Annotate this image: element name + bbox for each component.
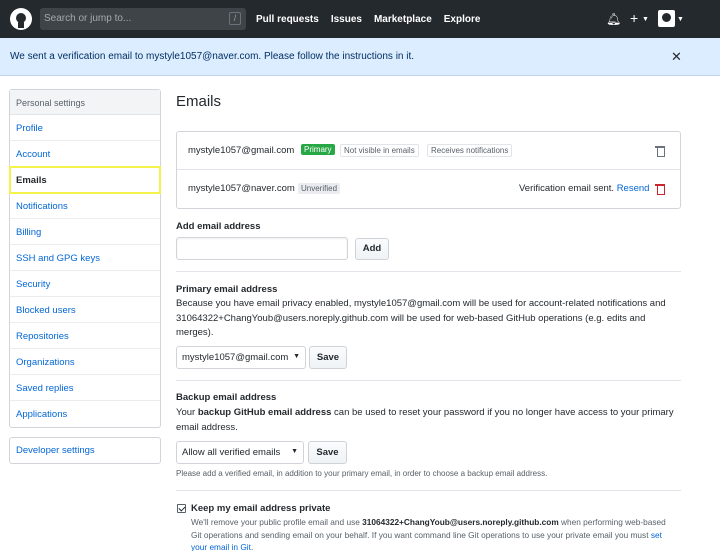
backup-text-strong: backup GitHub email address [197, 407, 332, 418]
sidebar-item-account[interactable]: Account [10, 141, 160, 167]
chevron-down-icon: ▼ [677, 16, 684, 23]
primary-email-label: Primary email address [176, 284, 278, 295]
nav-marketplace[interactable]: Marketplace [374, 14, 432, 25]
email-row: mystyle1057@naver.com Unverified Verific… [177, 170, 680, 208]
close-icon[interactable]: ✕ [671, 49, 682, 65]
unverified-badge: Unverified [298, 183, 341, 194]
primary-badge: Primary [301, 144, 335, 155]
divider [176, 380, 681, 381]
backup-note: Please add a verified email, in addition… [176, 469, 548, 478]
settings-menu: Personal settings Profile Account Emails… [9, 89, 161, 428]
divider [176, 271, 681, 272]
add-email-input[interactable] [176, 237, 348, 260]
backup-text-prefix: Your [176, 407, 198, 418]
sidebar-item-developer-settings[interactable]: Developer settings [10, 438, 160, 463]
search-input[interactable]: Search or jump to... / [40, 8, 246, 30]
private-text-3: . [250, 542, 254, 551]
plus-icon[interactable]: + [630, 10, 638, 26]
trash-icon[interactable] [655, 145, 665, 157]
private-text-1: We'll remove your public profile email a… [191, 517, 363, 527]
flash-notice: We sent a verification email to mystyle1… [0, 38, 720, 76]
sidebar-item-ssh-gpg-keys[interactable]: SSH and GPG keys [10, 245, 160, 271]
backup-email-select[interactable]: Allow all verified emails ▼ [176, 441, 304, 464]
sidebar-item-repositories[interactable]: Repositories [10, 323, 160, 349]
verification-status-text: Verification email sent. [519, 183, 615, 194]
sidebar-item-blocked-users[interactable]: Blocked users [10, 297, 160, 323]
email-row: mystyle1057@gmail.com Primary Not visibl… [177, 132, 680, 170]
email-address: mystyle1057@gmail.com [188, 145, 295, 156]
backup-email-description: Your backup GitHub email address can be … [176, 406, 681, 435]
receives-notifications-badge: Receives notifications [427, 144, 513, 157]
chevron-down-icon: ▼ [642, 16, 649, 23]
resend-link[interactable]: Resend [617, 183, 650, 194]
nav-pull-requests[interactable]: Pull requests [256, 14, 319, 25]
avatar[interactable] [658, 10, 675, 27]
flash-message: We sent a verification email to mystyle1… [10, 51, 415, 62]
private-text-strong: 31064322+ChangYoub@users.noreply.github.… [362, 517, 559, 527]
trash-icon[interactable] [655, 183, 665, 195]
add-email-label: Add email address [176, 221, 261, 232]
add-button[interactable]: Add [355, 238, 389, 260]
keep-email-private-checkbox[interactable] [177, 504, 186, 513]
primary-email-select[interactable]: mystyle1057@gmail.com ▼ [176, 346, 306, 369]
sidebar-item-emails[interactable]: Emails [9, 166, 161, 194]
save-backup-button[interactable]: Save [308, 441, 347, 464]
email-address: mystyle1057@naver.com [188, 183, 295, 194]
chevron-down-icon: ▼ [291, 448, 298, 455]
primary-email-description: Because you have email privacy enabled, … [176, 298, 666, 338]
nav-issues[interactable]: Issues [331, 14, 362, 25]
backup-email-selected: Allow all verified emails [182, 447, 281, 458]
keep-email-private-description: We'll remove your public profile email a… [191, 516, 676, 551]
save-primary-button[interactable]: Save [309, 346, 347, 369]
backup-email-label: Backup email address [176, 392, 277, 403]
search-shortcut-key: / [229, 12, 241, 25]
sidebar-item-applications[interactable]: Applications [10, 401, 160, 427]
top-navigation: Pull requests Issues Marketplace Explore [256, 14, 480, 25]
sidebar-item-profile[interactable]: Profile [10, 115, 160, 141]
primary-email-selected: mystyle1057@gmail.com [182, 352, 289, 363]
nav-explore[interactable]: Explore [444, 14, 481, 25]
sidebar-item-billing[interactable]: Billing [10, 219, 160, 245]
chevron-down-icon: ▼ [293, 353, 300, 360]
developer-menu: Developer settings [9, 437, 161, 464]
github-logo-icon[interactable] [10, 8, 32, 30]
divider [176, 490, 681, 491]
verification-status: Verification email sent. Resend [519, 183, 649, 194]
sidebar-item-security[interactable]: Security [10, 271, 160, 297]
sidebar-item-notifications[interactable]: Notifications [10, 193, 160, 219]
keep-email-private-label: Keep my email address private [191, 503, 331, 514]
sidebar-item-organizations[interactable]: Organizations [10, 349, 160, 375]
page-title: Emails [176, 93, 222, 110]
sidebar-item-saved-replies[interactable]: Saved replies [10, 375, 160, 401]
top-header: Search or jump to... / Pull requests Iss… [0, 0, 720, 38]
email-list: mystyle1057@gmail.com Primary Not visibl… [176, 131, 681, 209]
menu-heading: Personal settings [10, 90, 160, 115]
search-placeholder: Search or jump to... [44, 13, 132, 24]
bell-icon[interactable]: 🔔︎ [606, 12, 621, 26]
not-visible-badge: Not visible in emails [340, 144, 419, 157]
